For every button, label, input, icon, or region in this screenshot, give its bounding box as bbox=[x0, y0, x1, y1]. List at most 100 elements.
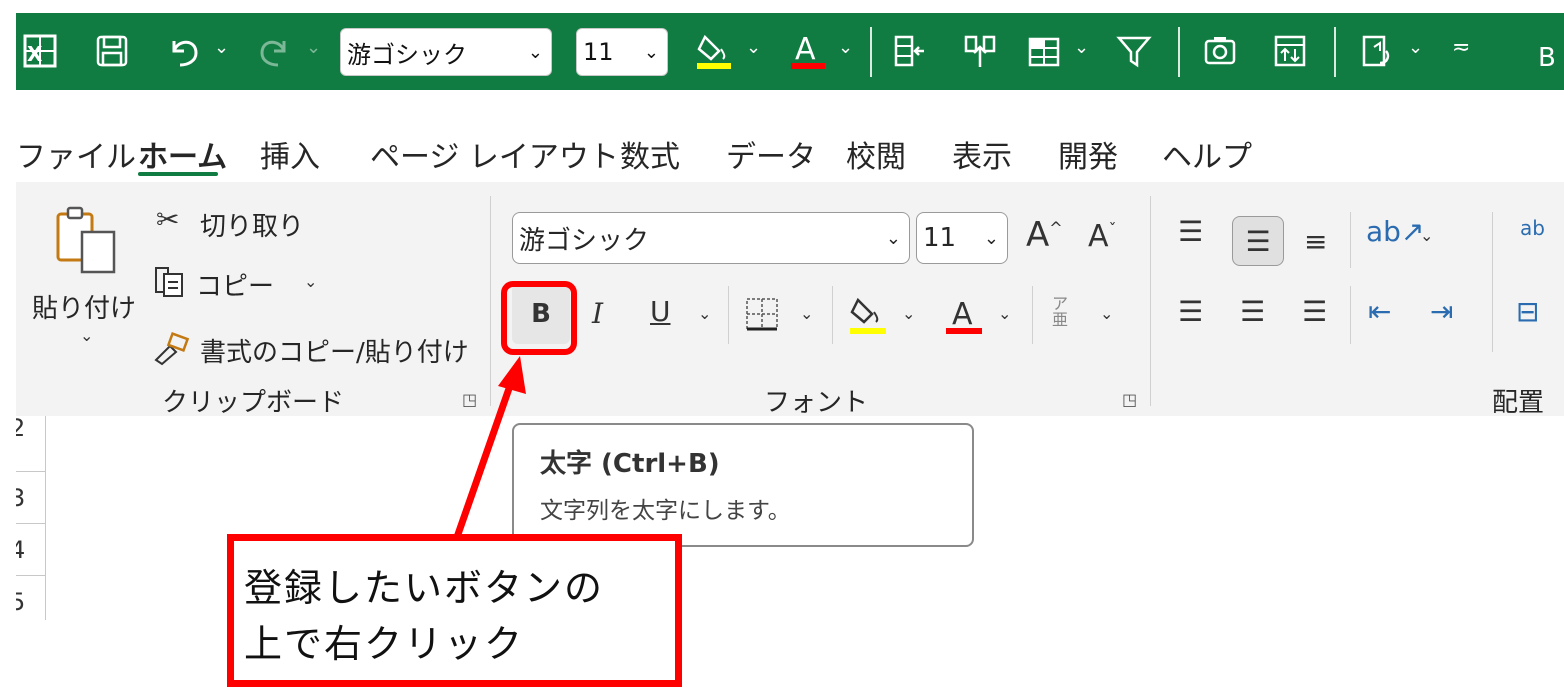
copy-icon[interactable] bbox=[152, 264, 188, 305]
svg-text:A: A bbox=[795, 32, 816, 67]
align-bottom-icon[interactable]: ≡ bbox=[1304, 228, 1327, 256]
customize-qat-icon[interactable]: ≂ bbox=[1452, 35, 1470, 60]
italic-icon[interactable]: I bbox=[592, 300, 603, 328]
format-cells-icon[interactable] bbox=[1022, 29, 1066, 73]
decrease-indent-icon[interactable]: ⇤ bbox=[1368, 298, 1391, 326]
orientation-icon[interactable]: ab↗ bbox=[1366, 218, 1424, 246]
font-name-combo[interactable]: 游ゴシック ⌄ bbox=[512, 212, 910, 264]
borders-icon[interactable] bbox=[744, 296, 780, 337]
align-left-icon[interactable]: ☰ bbox=[1178, 298, 1203, 326]
tab-home[interactable]: ホーム bbox=[138, 132, 227, 176]
underline-dropdown-icon[interactable]: ⌄ bbox=[698, 304, 711, 323]
refresh-dropdown-icon[interactable]: ⌄ bbox=[1408, 37, 1423, 58]
undo-icon[interactable] bbox=[162, 29, 206, 73]
annotation-line-1: 登録したいボタンの bbox=[244, 566, 605, 610]
qat-separator bbox=[1334, 27, 1336, 77]
borders-dropdown-icon[interactable]: ⌄ bbox=[800, 304, 813, 323]
camera-icon[interactable] bbox=[1198, 29, 1242, 73]
qat-font-name-combo[interactable]: 游ゴシック ⌄ bbox=[340, 28, 552, 76]
row-number: 4 bbox=[16, 536, 25, 564]
format-painter-icon[interactable] bbox=[152, 332, 190, 371]
chevron-down-icon[interactable]: ⌄ bbox=[886, 228, 909, 249]
chevron-down-icon[interactable]: ⌄ bbox=[528, 42, 551, 63]
row-header[interactable]: 3 bbox=[16, 472, 46, 524]
insert-cells-icon[interactable] bbox=[888, 29, 932, 73]
sort-icon[interactable] bbox=[1268, 29, 1312, 73]
cut-icon[interactable]: ✂ bbox=[156, 206, 179, 234]
phonetic-guide-icon[interactable]: ア亜 bbox=[1052, 296, 1068, 328]
tab-insert[interactable]: 挿入 bbox=[260, 132, 320, 176]
tooltip-description: 文字列を太字にします。 bbox=[540, 498, 791, 524]
alignment-inner-separator bbox=[1350, 212, 1351, 268]
tab-developer[interactable]: 開発 bbox=[1058, 132, 1118, 176]
align-right-icon[interactable]: ☰ bbox=[1302, 298, 1327, 326]
format-painter-label[interactable]: 書式のコピー/貼り付け bbox=[200, 332, 469, 369]
decrease-font-size-icon[interactable]: Aˇ bbox=[1088, 222, 1117, 252]
font-inner-separator bbox=[728, 286, 729, 344]
increase-font-size-icon[interactable]: A^ bbox=[1026, 218, 1063, 252]
qat-separator bbox=[1178, 27, 1180, 77]
qat-font-size-combo[interactable]: 11 ⌄ bbox=[576, 28, 668, 76]
copy-button-label[interactable]: コピー bbox=[196, 266, 274, 303]
fill-color-icon[interactable] bbox=[692, 29, 736, 73]
save-icon[interactable] bbox=[90, 29, 134, 73]
font-inner-separator bbox=[1032, 286, 1033, 344]
wrap-text-icon[interactable]: ab bbox=[1520, 218, 1545, 238]
merge-center-icon[interactable]: ⊟ bbox=[1516, 298, 1539, 326]
row-header[interactable]: 2 bbox=[16, 416, 46, 472]
refresh-icon[interactable] bbox=[1356, 29, 1400, 73]
increase-font-size-letter: A bbox=[1026, 215, 1050, 255]
format-cells-dropdown-icon[interactable]: ⌄ bbox=[1074, 37, 1089, 58]
chevron-down-icon[interactable]: ⌄ bbox=[984, 228, 1007, 249]
tab-data[interactable]: データ bbox=[726, 132, 816, 176]
phonetic-dropdown-icon[interactable]: ⌄ bbox=[1100, 304, 1113, 323]
fill-color-dropdown-icon[interactable]: ⌄ bbox=[902, 304, 915, 323]
increase-indent-icon[interactable]: ⇥ bbox=[1430, 298, 1453, 326]
orientation-dropdown-icon[interactable]: ⌄ bbox=[1420, 226, 1433, 245]
freeze-panes-icon[interactable] bbox=[958, 29, 1002, 73]
bold-button-highlight bbox=[501, 281, 577, 355]
font-color-dropdown-icon[interactable]: ⌄ bbox=[998, 304, 1011, 323]
align-middle-button[interactable]: ☰ bbox=[1232, 216, 1284, 266]
row-header[interactable]: 4 bbox=[16, 524, 46, 576]
font-color-icon[interactable]: A bbox=[944, 294, 984, 341]
paste-icon[interactable] bbox=[52, 204, 122, 278]
decrease-font-size-letter: A bbox=[1088, 219, 1109, 254]
tab-view[interactable]: 表示 bbox=[952, 132, 1012, 176]
tab-review[interactable]: 校閲 bbox=[846, 132, 906, 176]
align-center-icon[interactable]: ☰ bbox=[1240, 298, 1265, 326]
chevron-down-icon[interactable]: ⌄ bbox=[644, 42, 667, 63]
tab-help[interactable]: ヘルプ bbox=[1162, 132, 1252, 176]
tab-file[interactable]: ファイル bbox=[16, 132, 136, 176]
font-color-dropdown-icon[interactable]: ⌄ bbox=[838, 37, 853, 58]
fill-color-icon[interactable] bbox=[848, 294, 888, 341]
underline-icon[interactable]: U bbox=[650, 298, 671, 326]
paste-dropdown-icon[interactable]: ⌄ bbox=[80, 326, 93, 345]
align-top-icon[interactable]: ☰ bbox=[1178, 218, 1203, 246]
filter-icon[interactable] bbox=[1112, 29, 1156, 73]
paste-button-label[interactable]: 貼り付け bbox=[32, 288, 136, 325]
tab-page-layout[interactable]: ページ レイアウト bbox=[370, 132, 619, 176]
annotation-arrow-icon bbox=[452, 356, 526, 542]
annotation-callout: 登録したいボタンの 上で右クリック bbox=[227, 534, 682, 687]
font-size-combo[interactable]: 11 ⌄ bbox=[916, 212, 1008, 264]
qat-font-size-value: 11 bbox=[583, 38, 614, 66]
svg-text:X: X bbox=[27, 42, 43, 66]
tab-formulas[interactable]: 数式 bbox=[620, 132, 680, 176]
align-middle-icon: ☰ bbox=[1245, 224, 1271, 258]
cut-button-label[interactable]: 切り取り bbox=[200, 206, 304, 243]
undo-dropdown-icon[interactable]: ⌄ bbox=[214, 37, 229, 58]
ribbon-tabs: ファイル ホーム 挿入 ページ レイアウト 数式 データ 校閲 表示 開発 ヘル… bbox=[16, 90, 1564, 182]
quick-access-toolbar: X ⌄ ⌄ 游ゴシック ⌄ 11 ⌄ ⌄ A ⌄ ⌄ ⌄ ≂ B bbox=[16, 13, 1564, 90]
copy-dropdown-icon[interactable]: ⌄ bbox=[304, 272, 317, 291]
row-header[interactable]: 5 bbox=[16, 576, 46, 620]
redo-icon bbox=[252, 29, 296, 73]
phonetic-guide-letter: ア bbox=[1052, 294, 1069, 313]
title-partial-text: B bbox=[1538, 43, 1556, 73]
fill-color-dropdown-icon[interactable]: ⌄ bbox=[746, 37, 761, 58]
excel-logo-icon[interactable]: X bbox=[20, 29, 60, 73]
ribbon-home: 貼り付け ⌄ ✂ 切り取り コピー ⌄ 書式のコピー/貼り付け クリップボード … bbox=[16, 182, 1564, 418]
font-color-icon[interactable]: A bbox=[786, 29, 830, 73]
tooltip-title: 太字 (Ctrl+B) bbox=[540, 449, 720, 479]
font-launcher-icon[interactable]: ◳ bbox=[1122, 390, 1137, 409]
